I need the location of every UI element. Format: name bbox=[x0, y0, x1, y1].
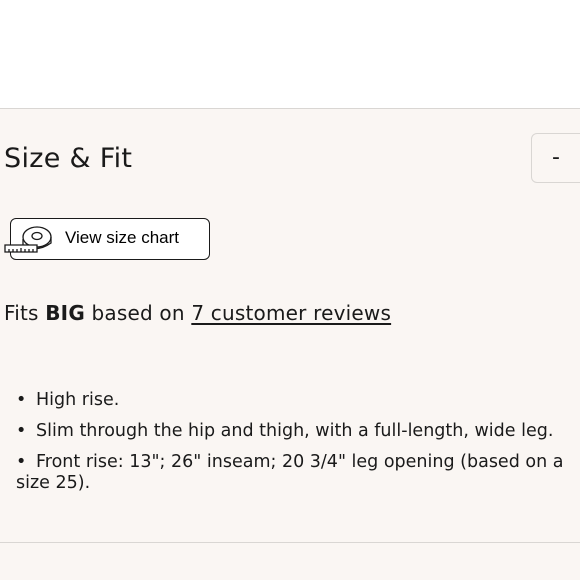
measuring-tape-icon bbox=[4, 226, 52, 253]
fit-summary-prefix: Fits bbox=[4, 301, 39, 325]
section-title: Size & Fit bbox=[4, 143, 133, 174]
list-item: • Slim through the hip and thigh, with a … bbox=[16, 421, 576, 442]
customer-reviews-link[interactable]: 7 customer reviews bbox=[191, 301, 391, 325]
size-fit-panel: Size & Fit - View size chart Fits BIG ba… bbox=[0, 108, 580, 580]
fit-features-list: • High rise. • Slim through the hip and th… bbox=[16, 390, 576, 504]
bottom-divider bbox=[0, 542, 580, 543]
bullet-icon: • bbox=[16, 452, 27, 472]
feature-text: High rise. bbox=[36, 390, 120, 410]
fit-value: BIG bbox=[45, 301, 85, 325]
feature-text: Front rise: 13"; 26" inseam; 20 3/4" leg… bbox=[16, 452, 564, 493]
feature-text: Slim through the hip and thigh, with a f… bbox=[36, 421, 554, 441]
view-size-chart-label: View size chart bbox=[65, 228, 180, 247]
view-size-chart-button[interactable]: View size chart bbox=[4, 218, 210, 260]
collapse-toggle-button[interactable]: - bbox=[531, 133, 580, 183]
bullet-icon: • bbox=[16, 421, 27, 441]
fit-summary-middle: based on bbox=[91, 301, 185, 325]
list-item: • Front rise: 13"; 26" inseam; 20 3/4" le… bbox=[16, 452, 576, 494]
list-item: • High rise. bbox=[16, 390, 576, 411]
product-page: Size & Fit - View size chart Fits BIG ba… bbox=[0, 0, 580, 580]
fit-summary: Fits BIG based on 7 customer reviews bbox=[4, 298, 391, 328]
bullet-icon: • bbox=[16, 390, 27, 410]
